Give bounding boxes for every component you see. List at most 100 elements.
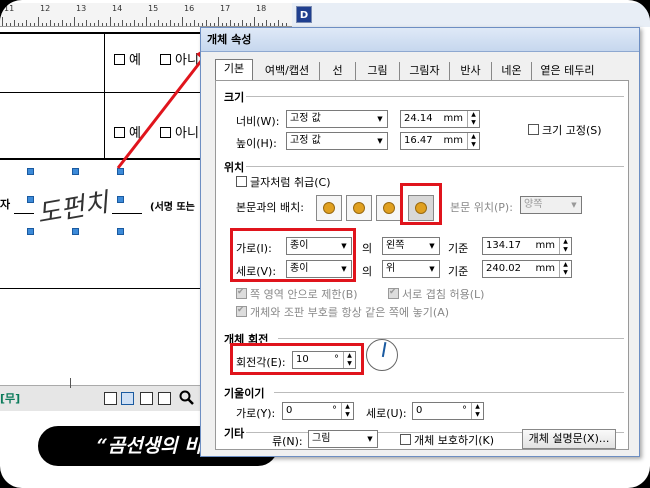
ruler-tick <box>10 23 11 26</box>
ruler-tick <box>182 17 183 26</box>
ruler-tick <box>82 23 83 26</box>
page-view-icon[interactable] <box>121 392 134 405</box>
horizontal-ruler: 11 12 13 14 15 16 17 18 <box>0 3 292 27</box>
resize-handle[interactable] <box>117 228 124 235</box>
ruler-tick <box>190 23 191 26</box>
object-kind-select[interactable]: 그림 ▼ <box>308 430 378 448</box>
ruler-tick <box>178 23 179 26</box>
ruler-number: 17 <box>220 4 231 13</box>
tab-picture[interactable]: 그림 <box>355 62 399 80</box>
other-section-title: 기타 <box>224 427 245 440</box>
resize-handle[interactable] <box>72 168 79 175</box>
object-kind-label: 류(N): <box>272 435 303 448</box>
horizontal-value-input[interactable]: 134.17 mm ▲ ▼ <box>482 237 572 255</box>
signature-object[interactable]: 도펀치 <box>32 176 122 232</box>
allow-overlap-checkbox[interactable] <box>388 287 399 299</box>
skew-vertical-label: 세로(U): <box>366 407 407 420</box>
resize-handle[interactable] <box>72 228 79 235</box>
tab-reflection[interactable]: 반사 <box>449 62 491 80</box>
layout-square-icon[interactable] <box>316 195 342 221</box>
resize-handle[interactable] <box>27 228 34 235</box>
ruler-tick <box>42 23 43 26</box>
zoom-icon[interactable] <box>179 390 195 406</box>
table-border <box>0 288 200 289</box>
ruler-tick <box>26 20 27 26</box>
ruler-tick <box>210 23 211 26</box>
resize-handle[interactable] <box>27 196 34 203</box>
ruler-tick <box>94 23 95 26</box>
table-border <box>104 32 105 158</box>
ruler-number: 15 <box>148 4 159 13</box>
ruler-tick <box>198 23 199 26</box>
horizontal-align-select[interactable]: 왼쪽 ▼ <box>382 237 440 255</box>
ruler-tick <box>34 23 35 26</box>
body-position-select[interactable]: 양쪽 ▼ <box>520 196 582 214</box>
height-mode-select[interactable]: 고정 값 ▼ <box>286 132 388 150</box>
fix-size-label: 크기 고정(S) <box>542 124 602 137</box>
view-mode-icon[interactable] <box>104 392 117 405</box>
ruler-number: 14 <box>112 4 123 13</box>
ruler-tick <box>14 20 15 26</box>
treat-as-char-label: 글자처럼 취급(C) <box>250 176 331 189</box>
ruler-tick <box>242 20 243 26</box>
ruler-number: 13 <box>76 4 87 13</box>
ruler-number: 18 <box>256 4 267 13</box>
ruler-tick <box>222 23 223 26</box>
ruler-tick <box>58 23 59 26</box>
ruler-tick <box>254 17 255 26</box>
rotation-dial[interactable] <box>366 339 398 371</box>
ruler-tick <box>38 17 39 26</box>
ruler-tick <box>270 23 271 26</box>
ruler-tick <box>226 23 227 26</box>
tab-neon[interactable]: 네온 <box>491 62 531 80</box>
basic-tab-panel: 크기 너비(W): 고정 값 ▼ 24.14 mm ▲ ▼ 높이(H): 고정 값 ▼ 1… <box>215 80 629 450</box>
protect-object-checkbox[interactable] <box>400 434 411 445</box>
ruler-number: 12 <box>40 4 51 13</box>
object-description-button[interactable]: 개체 설명문(X)... <box>522 429 616 449</box>
vertical-value-input[interactable]: 240.02 mm ▲ ▼ <box>482 260 572 278</box>
same-page-checkbox[interactable] <box>236 305 247 317</box>
limit-to-page-checkbox[interactable] <box>236 287 247 299</box>
d-toolbar-button[interactable]: D <box>296 6 312 23</box>
ruler-tick <box>174 23 175 26</box>
width-value-input[interactable]: 24.14 mm ▲ ▼ <box>400 110 480 128</box>
resize-handle[interactable] <box>117 196 124 203</box>
protect-object-label: 개체 보호하기(K) <box>414 434 495 447</box>
layout-label: 본문과의 배치: <box>236 201 304 214</box>
tab-basic[interactable]: 기본 <box>215 59 253 80</box>
ruler-tick <box>50 20 51 26</box>
ruler-tick <box>54 23 55 26</box>
ruler-tick <box>186 23 187 26</box>
skew-horizontal-input[interactable]: 0 ° ▲ ▼ <box>282 402 354 420</box>
vertical-mid-label: 의 <box>362 265 373 278</box>
section-divider <box>246 96 624 97</box>
tab-shadow[interactable]: 그림자 <box>399 62 449 80</box>
size-section-title: 크기 <box>224 91 245 104</box>
ruler-tick <box>30 23 31 26</box>
web-view-icon[interactable] <box>140 392 153 405</box>
ruler-tick <box>146 17 147 26</box>
tab-soft-edge[interactable]: 옅은 테두리 <box>531 62 603 80</box>
fix-size-checkbox[interactable] <box>528 124 539 135</box>
ruler-tick <box>282 23 283 26</box>
height-value-input[interactable]: 16.47 mm ▲ ▼ <box>400 132 480 150</box>
vertical-align-select[interactable]: 위 ▼ <box>382 260 440 278</box>
width-mode-select[interactable]: 고정 값 ▼ <box>286 110 388 128</box>
status-label: [무] <box>0 392 21 405</box>
treat-as-char-checkbox[interactable] <box>236 176 247 187</box>
ruler-tick <box>158 20 159 26</box>
ruler-tick <box>138 23 139 26</box>
layout-through-icon[interactable] <box>376 195 402 221</box>
ruler-tick <box>258 23 259 26</box>
outline-view-icon[interactable] <box>158 392 171 405</box>
tab-margin-caption[interactable]: 여백/캡션 <box>255 62 319 80</box>
scroll-divider <box>70 378 71 388</box>
layout-tight-icon[interactable] <box>346 195 372 221</box>
resize-handle[interactable] <box>27 168 34 175</box>
ruler-tick <box>154 23 155 26</box>
ruler-tick <box>214 23 215 26</box>
tab-line[interactable]: 선 <box>319 62 355 80</box>
skew-vertical-input[interactable]: 0 ° ▲ ▼ <box>412 402 484 420</box>
position-section-title: 위치 <box>224 161 245 174</box>
ruler-tick <box>66 23 67 26</box>
